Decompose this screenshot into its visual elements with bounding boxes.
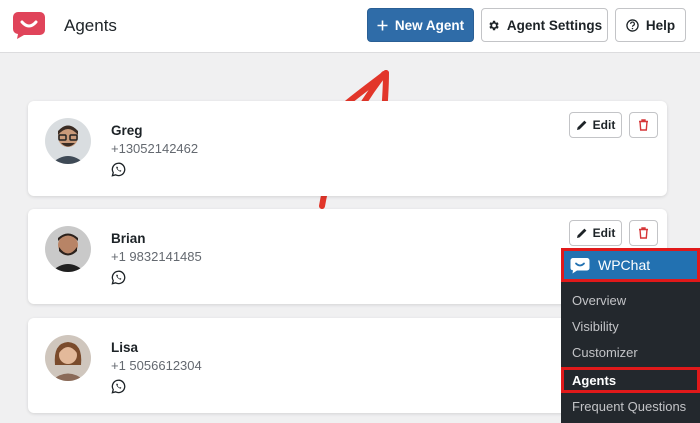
agent-phone: +1 5056612304 — [111, 358, 202, 373]
agent-phone: +1 9832141485 — [111, 249, 202, 264]
delete-button[interactable] — [629, 112, 658, 138]
agent-avatar — [45, 118, 91, 164]
wpchat-menu-header[interactable]: WPChat — [561, 248, 700, 282]
pencil-icon — [576, 120, 587, 130]
trash-icon — [639, 119, 648, 131]
wpchat-menu-title: WPChat — [598, 257, 651, 273]
submenu-item-visibility[interactable]: Visibility — [561, 313, 700, 339]
whatsapp-icon — [111, 379, 126, 394]
delete-button[interactable] — [629, 220, 658, 246]
agent-settings-button[interactable]: Agent Settings — [481, 8, 608, 42]
edit-button[interactable]: Edit — [569, 220, 622, 246]
plus-icon — [377, 20, 388, 30]
pencil-icon — [576, 228, 587, 238]
agent-card: Greg +13052142462 Edit — [28, 101, 667, 196]
trash-icon — [639, 227, 648, 239]
gear-icon — [489, 20, 499, 30]
wpchat-logo-icon — [13, 12, 45, 39]
agent-settings-label: Agent Settings — [506, 17, 603, 33]
help-label: Help — [645, 17, 676, 33]
top-bar: Agents New Agent Agent Settings Help — [0, 0, 700, 53]
submenu-item-agents[interactable]: Agents — [561, 367, 700, 393]
whatsapp-icon — [111, 270, 126, 285]
new-agent-button[interactable]: New Agent — [367, 8, 474, 42]
agent-name: Brian — [111, 231, 146, 246]
submenu-item-overview[interactable]: Overview — [561, 287, 700, 313]
edit-button[interactable]: Edit — [569, 112, 622, 138]
chat-bubble-icon — [570, 257, 590, 273]
new-agent-label: New Agent — [394, 17, 465, 33]
submenu-item-frequent-questions[interactable]: Frequent Questions — [561, 393, 700, 419]
page-title: Agents — [64, 16, 117, 35]
agent-phone: +13052142462 — [111, 141, 199, 156]
whatsapp-icon — [111, 162, 126, 177]
agent-name: Greg — [111, 123, 143, 138]
agent-avatar — [45, 335, 91, 381]
agent-avatar — [45, 226, 91, 272]
question-circle-icon — [626, 18, 639, 32]
edit-label: Edit — [592, 118, 616, 132]
edit-label: Edit — [592, 226, 616, 240]
admin-submenu: WPChat Overview Visibility Customizer Ag… — [561, 248, 700, 423]
agent-name: Lisa — [111, 340, 139, 355]
help-button[interactable]: Help — [615, 8, 686, 42]
submenu-item-customizer[interactable]: Customizer — [561, 339, 700, 365]
